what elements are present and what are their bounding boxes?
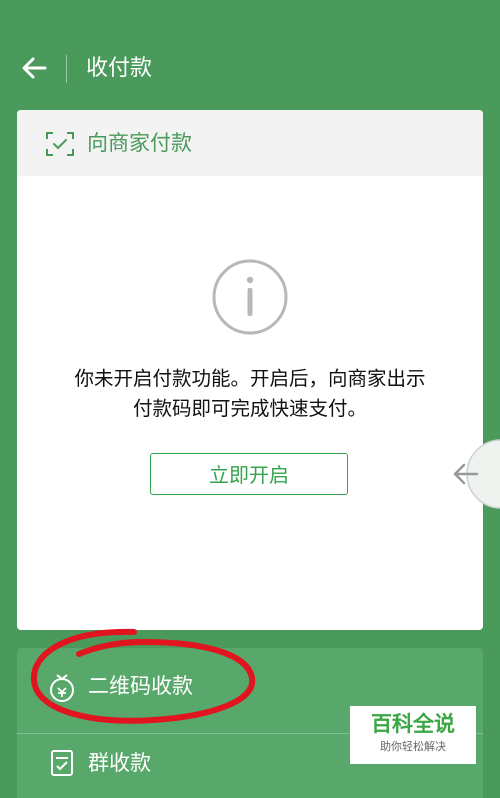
info-circle-icon: [212, 259, 288, 335]
checklist-icon: [51, 750, 73, 776]
group-receive-label[interactable]: 群收款: [88, 748, 151, 778]
floating-back-arrow-icon[interactable]: [433, 438, 500, 510]
pay-merchant-header[interactable]: 向商家付款: [17, 110, 483, 176]
watermark-sub-text: 助你轻松解决: [380, 740, 446, 753]
scan-check-icon: [46, 132, 74, 156]
page-title: 收付款: [86, 56, 153, 81]
pay-merchant-label: 向商家付款: [87, 131, 192, 155]
back-arrow-icon[interactable]: [20, 54, 48, 82]
title-divider: [66, 55, 67, 83]
payment-card: 向商家付款 你未开启付款功能。开启后，向商家出示 付款码即可完成快速支付。 立即…: [17, 110, 483, 630]
message-line-2: 付款码即可完成快速支付。: [132, 397, 367, 420]
enable-now-button[interactable]: 立即开启: [150, 453, 348, 495]
money-bag-icon: [50, 674, 74, 702]
payment-disabled-message: 你未开启付款功能。开启后，向商家出示 付款码即可完成快速支付。: [37, 364, 463, 424]
qr-receive-label[interactable]: 二维码收款: [88, 671, 193, 701]
message-line-1: 你未开启付款功能。开启后，向商家出示: [74, 367, 426, 390]
watermark-main-text: 百科全说: [371, 712, 455, 736]
watermark-logo: 百科全说 助你轻松解决: [350, 706, 476, 764]
